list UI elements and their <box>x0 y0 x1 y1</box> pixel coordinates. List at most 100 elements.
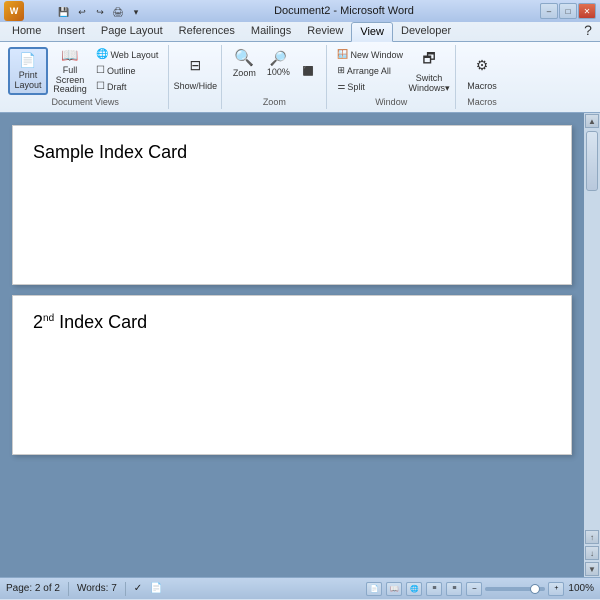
page-count: Page: 2 of 2 <box>6 583 60 594</box>
zoom-buttons: 🔍 Zoom 🔎 100% ⬛ <box>228 47 320 95</box>
macros-group: ⚙ Macros Macros <box>458 45 508 109</box>
full-screen-status-button[interactable]: 📖 <box>386 582 402 596</box>
tab-home[interactable]: Home <box>4 22 49 41</box>
quick-print-icon[interactable]: 🖨 <box>110 4 126 20</box>
card-2-title-prefix: 2 <box>33 312 43 332</box>
show-hide-button[interactable]: ⊟ Show/Hide <box>175 47 215 95</box>
web-layout-status-button[interactable]: 🌐 <box>406 582 422 596</box>
split-button[interactable]: ⚌ Split <box>333 79 407 94</box>
tab-page-layout[interactable]: Page Layout <box>93 22 171 41</box>
zoom-group: 🔍 Zoom 🔎 100% ⬛ Zoom <box>224 45 327 109</box>
scroll-up-arrow[interactable]: ▲ <box>585 114 599 128</box>
full-screen-reading-button[interactable]: 📖 Full ScreenReading <box>50 47 90 95</box>
arrange-all-icon: ⊞ <box>337 65 345 76</box>
zoom-slider-area: – + <box>466 582 564 596</box>
new-window-button[interactable]: 🪟 New Window <box>333 47 407 62</box>
arrange-all-button[interactable]: ⊞ Arrange All <box>333 63 407 78</box>
spell-check-icon: ✓ <box>134 583 142 594</box>
window-buttons: 🪟 New Window ⊞ Arrange All ⚌ Split 🗗 Swi… <box>333 47 449 95</box>
zoom-button[interactable]: 🔍 Zoom <box>228 47 260 79</box>
tab-developer[interactable]: Developer <box>393 22 459 41</box>
zoom-slider-track[interactable] <box>485 587 545 591</box>
macros-buttons: ⚙ Macros <box>462 47 502 95</box>
index-card-2: 2nd Index Card <box>12 295 572 455</box>
status-separator-1 <box>68 582 69 596</box>
redo-icon[interactable]: ↪ <box>92 4 108 20</box>
zoom-100-icon: 🔎 <box>270 50 287 67</box>
ribbon: Home Insert Page Layout References Maili… <box>0 22 600 113</box>
show-hide-group: ⊟ Show/Hide <box>171 45 222 109</box>
office-button[interactable]: W <box>4 1 24 21</box>
outline-label: Outline <box>107 66 136 76</box>
print-layout-label: PrintLayout <box>14 71 41 91</box>
undo-icon[interactable]: ↩ <box>74 4 90 20</box>
customize-icon[interactable]: ▾ <box>128 4 144 20</box>
scroll-page-down-arrow[interactable]: ↓ <box>585 546 599 560</box>
quick-access-toolbar: 💾 ↩ ↪ 🖨 ▾ <box>28 2 148 20</box>
zoom-out-button[interactable]: – <box>466 582 482 596</box>
document-views-label: Document Views <box>51 97 118 107</box>
tab-insert[interactable]: Insert <box>49 22 93 41</box>
title-bar: W 💾 ↩ ↪ 🖨 ▾ Document2 - Microsoft Word –… <box>0 0 600 22</box>
status-bar: Page: 2 of 2 Words: 7 ✓ 📄 📄 📖 🌐 ≡ ≡ – + … <box>0 577 600 599</box>
zoom-in-button[interactable]: + <box>548 582 564 596</box>
web-layout-icon: 🌐 <box>96 49 108 60</box>
window-group: 🪟 New Window ⊞ Arrange All ⚌ Split 🗗 Swi… <box>329 45 456 109</box>
outline-button[interactable]: ☐ Outline <box>92 63 162 78</box>
status-bar-right: 📄 📖 🌐 ≡ ≡ – + 100% <box>366 582 594 596</box>
save-icon[interactable]: 💾 <box>56 4 72 20</box>
view-options-col: 🌐 Web Layout ☐ Outline ☐ Draft <box>92 47 162 94</box>
scroll-page-up-arrow[interactable]: ↑ <box>585 530 599 544</box>
document-views-group: 📄 PrintLayout 📖 Full ScreenReading 🌐 Web… <box>4 45 169 109</box>
outline-status-button[interactable]: ≡ <box>426 582 442 596</box>
show-hide-buttons: ⊟ Show/Hide <box>175 47 215 95</box>
card-2-title-suffix: Index Card <box>54 312 147 332</box>
web-layout-button[interactable]: 🌐 Web Layout <box>92 47 162 62</box>
track-changes-icon: 📄 <box>150 583 162 594</box>
tab-references[interactable]: References <box>171 22 243 41</box>
draft-status-button[interactable]: ≡ <box>446 582 462 596</box>
tab-view[interactable]: View <box>351 22 393 42</box>
scroll-thumb[interactable] <box>586 131 598 191</box>
status-separator-2 <box>125 582 126 596</box>
window-group-label: Window <box>375 97 407 107</box>
switch-windows-button[interactable]: 🗗 SwitchWindows▾ <box>409 47 449 95</box>
outline-checkbox: ☐ <box>96 65 105 76</box>
macros-label: Macros <box>467 81 497 91</box>
full-screen-label: Full ScreenReading <box>53 66 87 96</box>
draft-checkbox: ☐ <box>96 81 105 92</box>
close-button[interactable]: ✕ <box>578 3 596 19</box>
document-area: Sample Index Card 2nd Index Card <box>0 113 584 577</box>
ribbon-tab-row: Home Insert Page Layout References Maili… <box>0 22 600 41</box>
window-controls: – □ ✕ <box>540 3 596 19</box>
vertical-scrollbar: ▲ ↑ ↓ ▼ <box>584 113 600 577</box>
print-layout-status-button[interactable]: 📄 <box>366 582 382 596</box>
draft-label: Draft <box>107 82 127 92</box>
minimize-button[interactable]: – <box>540 3 558 19</box>
zoom-label: Zoom <box>233 68 256 78</box>
switch-windows-label: SwitchWindows▾ <box>409 74 450 94</box>
tab-review[interactable]: Review <box>299 22 351 41</box>
zoom-slider-thumb[interactable] <box>530 584 540 594</box>
macros-button[interactable]: ⚙ Macros <box>462 47 502 95</box>
help-icon[interactable]: ? <box>580 22 596 38</box>
full-screen-icon: 📖 <box>56 47 84 64</box>
new-window-icon: 🪟 <box>337 49 348 60</box>
card-1-title: Sample Index Card <box>33 142 551 163</box>
tab-mailings[interactable]: Mailings <box>243 22 299 41</box>
zoom-icon: 🔍 <box>234 48 254 68</box>
draft-button[interactable]: ☐ Draft <box>92 79 162 94</box>
show-hide-label: Show/Hide <box>174 81 218 91</box>
print-layout-button[interactable]: 📄 PrintLayout <box>8 47 48 95</box>
word-count: Words: 7 <box>77 583 117 594</box>
zoom-group-label: Zoom <box>263 97 286 107</box>
index-card-1: Sample Index Card <box>12 125 572 285</box>
zoom-arrow-button[interactable]: ⬛ <box>296 47 320 95</box>
new-window-label: New Window <box>351 50 404 60</box>
zoom-100-button[interactable]: 🔎 100% <box>262 47 294 79</box>
document-views-buttons: 📄 PrintLayout 📖 Full ScreenReading 🌐 Web… <box>8 47 162 95</box>
window-title: Document2 - Microsoft Word <box>148 5 540 17</box>
scroll-down-arrow[interactable]: ▼ <box>585 562 599 576</box>
macros-group-label: Macros <box>467 97 497 107</box>
maximize-button[interactable]: □ <box>559 3 577 19</box>
